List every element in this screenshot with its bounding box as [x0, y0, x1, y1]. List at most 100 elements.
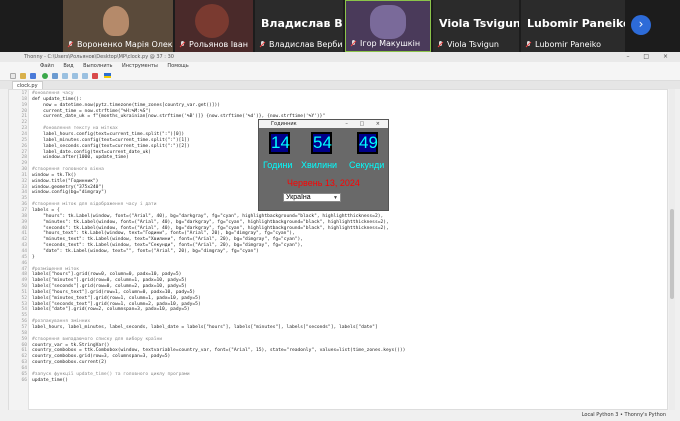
line-number: 28	[21, 155, 27, 161]
code-line: 22	[9, 120, 32, 125]
code-line: 41 "hours_text": tk.Label(window, text="…	[9, 231, 294, 237]
line-number: 17	[21, 91, 27, 96]
code-text: window.geometry("375x240")	[32, 184, 104, 190]
code-text: window.after(1000, update_time)	[32, 155, 129, 161]
debug-icon[interactable]	[52, 73, 58, 79]
line-number: 57	[21, 325, 27, 330]
code-line: 28 window.after(1000, update_time)	[9, 155, 129, 161]
chevron-down-icon[interactable]: ▼	[333, 194, 338, 202]
code-line: 65 #запуск функції update_time() та голов…	[9, 371, 190, 377]
participant-tile-active[interactable]: Ігор Макушкін	[345, 0, 431, 52]
line-number: 39	[21, 219, 27, 225]
code-line: 38 "hours": tk.Label(window, font=("Aria…	[9, 214, 383, 219]
participant-tile[interactable]: Владислав Вер… Владислав Вербик	[255, 0, 343, 52]
participant-name: Ігор Макушкін	[350, 39, 420, 48]
code-text: labels["hours_text"].grid(row=1, column=…	[32, 289, 196, 295]
participant-tile[interactable]: Viola Tsvigun Viola Tsvigun	[433, 0, 519, 52]
line-number: 58	[21, 330, 27, 336]
menu-bar: Файл Вид Выполнить Инструменты Помощь	[0, 62, 680, 71]
code-line: 31 window = tk.Tk()	[9, 173, 76, 178]
code-text: current_time = now.strftime("%H:%M:%S")	[32, 108, 151, 114]
menu-item-file[interactable]: Файл	[40, 63, 54, 69]
code-comment: #створення випадаючого списку для вибору…	[32, 336, 162, 342]
participant-name: Lubomir Paneiko	[525, 40, 601, 49]
code-text: "seconds_text": tk.Label(window, text="С…	[32, 243, 304, 249]
code-text: label_hours.config(text=current_time.spl…	[32, 131, 185, 137]
code-comment: #запуск функції update_time() та головно…	[32, 371, 190, 377]
menu-item-run[interactable]: Выполнить	[83, 63, 112, 69]
menu-item-help[interactable]: Помощь	[167, 63, 188, 69]
code-line: 36 #створення міток для відображення часу…	[9, 202, 156, 207]
menu-item-tools[interactable]: Инструменты	[122, 63, 158, 69]
line-number: 55	[21, 313, 27, 319]
avatar	[195, 4, 229, 38]
open-file-icon[interactable]	[20, 73, 26, 79]
tab-bar: clock.py	[0, 81, 680, 89]
new-file-icon[interactable]	[10, 73, 16, 79]
code-line: 64	[9, 366, 32, 371]
code-text: "date": tk.Label(window, text="", font=(…	[32, 248, 259, 254]
mic-muted-icon	[259, 41, 266, 48]
mic-muted-icon	[525, 41, 532, 48]
code-text: labels["date"].grid(row=2, columnspan=3,…	[32, 307, 190, 313]
line-number: 64	[21, 365, 27, 371]
code-text: window.config(bg="dimgray")	[32, 190, 107, 196]
line-number: 38	[21, 213, 27, 219]
participant-tile[interactable]: Lubomir Paneiko Lubomir Paneiko	[521, 0, 625, 52]
next-participants-button[interactable]: ›	[631, 15, 651, 35]
line-number: 23	[21, 126, 27, 132]
menu-item-view[interactable]: Вид	[63, 63, 73, 69]
hours-label: Години	[263, 160, 293, 170]
code-comment: #оновлення тексту на мітках	[32, 126, 118, 132]
code-line: 29	[9, 161, 32, 166]
participant-tile[interactable]: Вороненко Марія Олекса…	[63, 0, 173, 52]
code-line: 62 country_combobox.grid(row=3, columnspa…	[9, 354, 170, 359]
code-line: 50 labels["seconds"].grid(row=0, column=2…	[9, 284, 186, 289]
step-into-icon[interactable]	[72, 73, 78, 79]
seconds-display: 49	[357, 132, 378, 154]
save-icon[interactable]	[30, 73, 36, 79]
code-comment: #створення головного вікна	[32, 167, 104, 173]
code-line: 47 #розміщення міток	[9, 267, 79, 272]
participant-strip: Вороненко Марія Олекса… Рольянов Іван Вл…	[0, 0, 680, 52]
code-line: 56 #розпакування змінних	[9, 319, 90, 324]
line-number: 49	[21, 278, 27, 284]
run-icon[interactable]	[42, 73, 48, 79]
code-line: 44 "date": tk.Label(window, text="", fon…	[9, 248, 259, 254]
line-number: 52	[21, 295, 27, 301]
status-bar: Local Python 3 • Thonny's Python	[0, 410, 680, 421]
seconds-label: Секунди	[349, 160, 385, 170]
clock-window-controls[interactable]: – □ ×	[345, 120, 385, 128]
code-text: window.title("Годинник")	[32, 178, 99, 184]
line-number: 41	[21, 231, 27, 237]
date-label: Червень 13, 2024	[287, 178, 360, 188]
tab-clock-py[interactable]: clock.py	[12, 81, 43, 89]
code-text: country_var = tk.StringVar()	[32, 342, 110, 348]
scrollbar-thumb[interactable]	[670, 209, 674, 299]
code-line: 58	[9, 331, 32, 336]
code-text: update_time()	[32, 377, 68, 383]
participant-name: Viola Tsvigun	[437, 40, 499, 49]
line-number: 56	[21, 319, 27, 325]
code-line: 30 #створення головного вікна	[9, 167, 104, 173]
participant-tile[interactable]: Рольянов Іван	[175, 0, 253, 52]
editor-titlebar: Thonny - C:\Users\Рольянов\Desktop\MP\cl…	[0, 52, 680, 62]
hours-display: 14	[269, 132, 290, 154]
line-number: 22	[21, 120, 27, 126]
line-number: 42	[21, 237, 27, 243]
country-combobox[interactable]: Україна ▼	[283, 193, 341, 202]
clock-window-title: Годинник	[271, 121, 297, 127]
code-text: "hours": tk.Label(window, font=("Arial",…	[32, 213, 384, 219]
line-number: 27	[21, 149, 27, 155]
step-over-icon[interactable]	[62, 73, 68, 79]
code-line: 19 now = datetime.now(pytz.timezone(time…	[9, 103, 220, 108]
code-text: now = datetime.now(pytz.timezone(time_zo…	[32, 102, 221, 108]
window-controls[interactable]: – □ ×	[626, 52, 674, 62]
line-number: 66	[21, 377, 27, 383]
code-line: 52 labels["minutes_text"].grid(row=1, col…	[9, 295, 200, 301]
window-title: Thonny - C:\Users\Рольянов\Desktop\MP\cl…	[24, 54, 174, 60]
code-line: 48 labels["hours"].grid(row=0, column=0, …	[9, 272, 181, 277]
stop-icon[interactable]	[92, 73, 98, 79]
step-out-icon[interactable]	[82, 73, 88, 79]
vertical-scrollbar[interactable]	[669, 89, 675, 410]
